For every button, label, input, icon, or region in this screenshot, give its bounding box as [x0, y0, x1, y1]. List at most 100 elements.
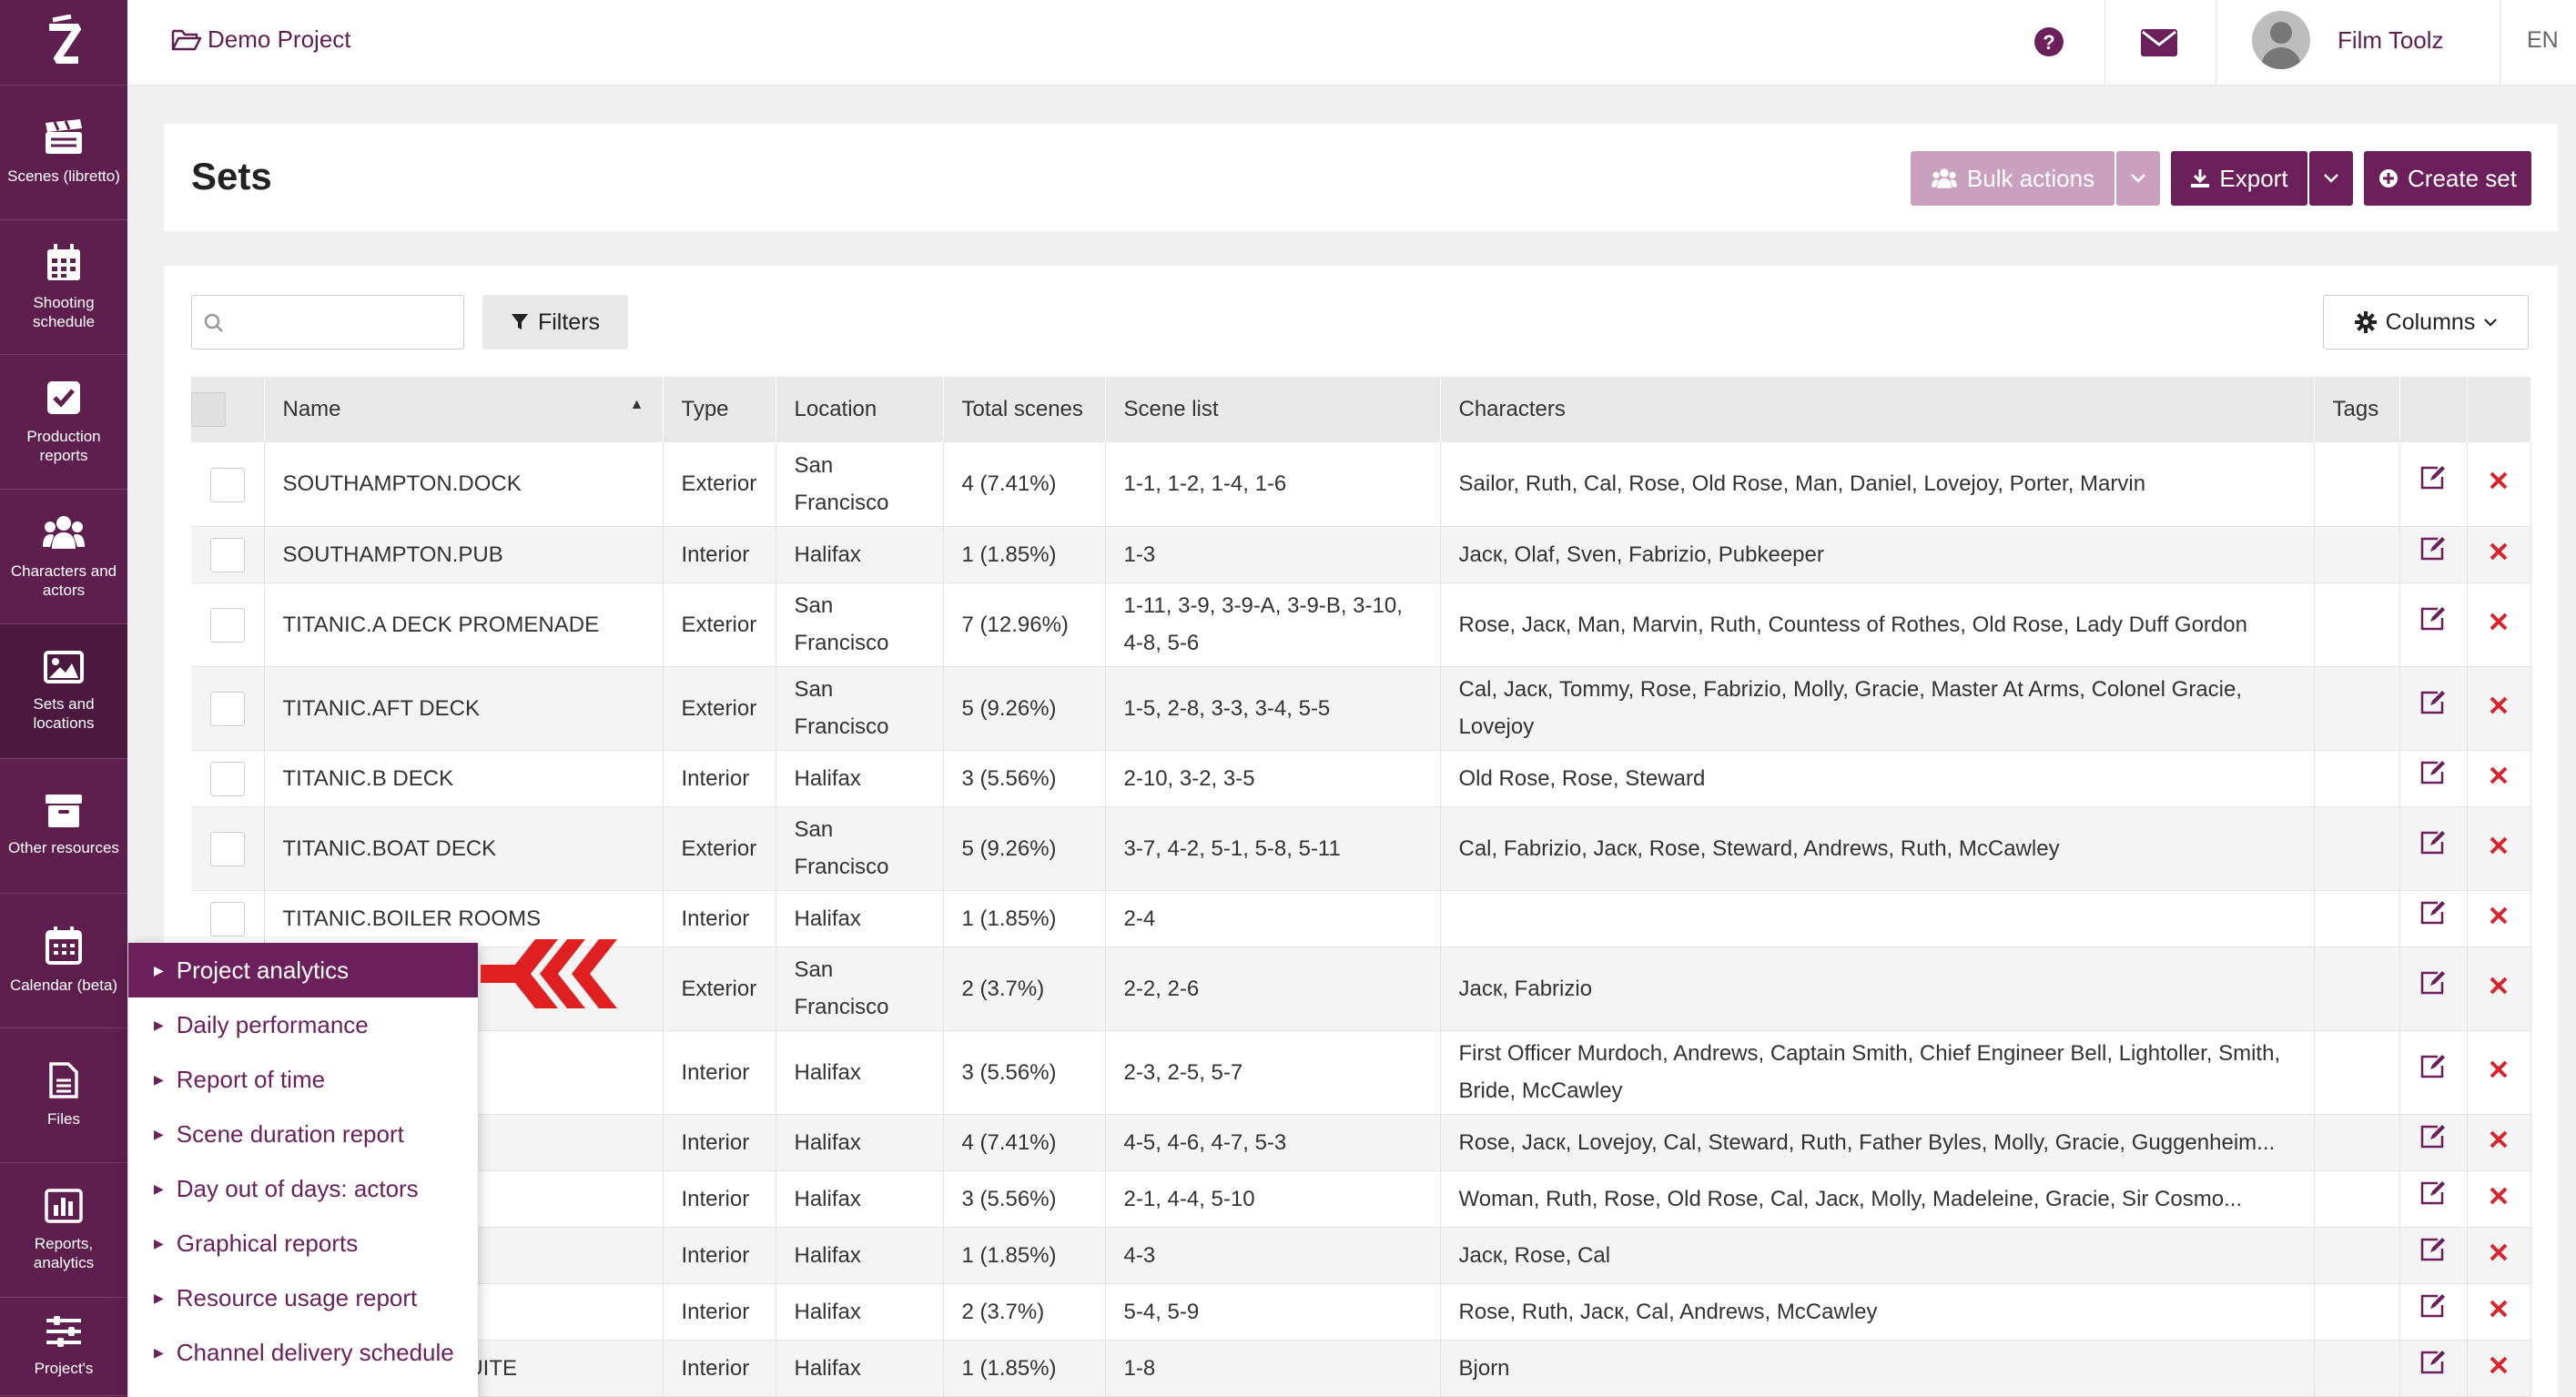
sidebar-item-projects[interactable]: Project's	[0, 1298, 127, 1396]
table-row[interactable]: TITANIC.BOAT DECK Exterior San Francisco 5 …	[191, 806, 2531, 891]
table-row[interactable]: TITANIC.B DECK Interior Halifax 3 (5.56%) 2-…	[191, 750, 2531, 807]
delete-icon[interactable]	[2489, 906, 2509, 926]
table-row[interactable]: AIRCASEInteriorHalifax1 (1.85%)4-3Jacк, …	[191, 1227, 2531, 1284]
edit-icon[interactable]	[2419, 465, 2447, 491]
sidebar-item-calendar[interactable]: Calendar (beta)	[0, 894, 127, 1028]
delete-icon[interactable]	[2489, 1186, 2509, 1206]
menu-item-report-of-time[interactable]: ▶ Report of time	[128, 1052, 478, 1107]
column-header-type[interactable]: Type	[663, 377, 776, 442]
menu-item-daily-performance[interactable]: ▶ Daily performance	[128, 997, 478, 1052]
sidebar-item-other-resources[interactable]: Other resources	[0, 759, 127, 894]
messages-button[interactable]	[2141, 29, 2177, 61]
edit-icon[interactable]	[2419, 760, 2447, 785]
column-header-location[interactable]: Location	[776, 377, 944, 442]
edit-icon[interactable]	[2419, 1124, 2447, 1149]
sidebar-item-production-reports[interactable]: Production reports	[0, 355, 127, 490]
delete-icon[interactable]	[2489, 542, 2509, 562]
delete-icon[interactable]	[2489, 695, 2509, 715]
filters-button[interactable]: Filters	[482, 295, 628, 349]
cell-total: 4 (7.41%)	[943, 442, 1106, 527]
help-button[interactable]: ?	[2033, 22, 2064, 66]
edit-icon[interactable]	[2419, 900, 2447, 926]
export-dropdown[interactable]	[2309, 151, 2353, 206]
delete-icon[interactable]	[2489, 976, 2509, 996]
menu-item-graphical-reports[interactable]: ▶ Graphical reports	[128, 1216, 478, 1270]
sidebar-item-scenes[interactable]: Scenes (libretto)	[0, 86, 127, 220]
cell-scenes: 2-10, 3-2, 3-5	[1105, 750, 1441, 807]
table-row[interactable]: TITANIC.JACK'S SUITEInteriorHalifax1 (1.…	[191, 1340, 2531, 1397]
columns-button[interactable]: Columns	[2323, 295, 2529, 349]
row-checkbox[interactable]	[209, 467, 245, 502]
cell-total: 1 (1.85%)	[943, 1227, 1106, 1284]
cell-total: 5 (9.26%)	[943, 666, 1106, 751]
row-checkbox[interactable]	[209, 692, 245, 727]
table-row[interactable]: UMInteriorHalifax2 (3.7%)5-4, 5-9Rose, R…	[191, 1283, 2531, 1341]
menu-item-scene-duration-report[interactable]: ▶ Scene duration report	[128, 1107, 478, 1161]
column-header-scene-list[interactable]: Scene list	[1105, 377, 1441, 442]
delete-icon[interactable]	[2489, 1059, 2509, 1079]
user-menu[interactable]: Film Toolz	[2252, 11, 2444, 69]
column-header-characters[interactable]: Characters	[1440, 377, 2315, 442]
sidebar-item-characters[interactable]: Characters and actors	[0, 490, 127, 624]
table-row[interactable]: SS RECEPTIONInteriorHalifax3 (5.56%)2-1,…	[191, 1170, 2531, 1228]
cell-characters: Woman, Ruth, Rose, Old Rose, Cal, Jacк, …	[1440, 1170, 2315, 1228]
sidebar-item-sets[interactable]: Sets and locations	[0, 624, 127, 759]
delete-icon[interactable]	[2489, 612, 2509, 632]
bulk-actions-button[interactable]: Bulk actions	[1911, 151, 2115, 206]
cell-total: 7 (12.96%)	[943, 582, 1106, 667]
create-set-button[interactable]: Create set	[2364, 151, 2531, 206]
menu-item-day-out-of-days[interactable]: ▶ Day out of days: actors	[128, 1161, 478, 1216]
edit-icon[interactable]	[2419, 970, 2447, 996]
menu-item-resource-usage-report[interactable]: ▶ Resource usage report	[128, 1270, 478, 1325]
column-header-name[interactable]: Name ▲	[264, 377, 664, 442]
table-row[interactable]: TITANIC.A DECK PROMENADE Exterior San Fran…	[191, 582, 2531, 667]
edit-icon[interactable]	[2419, 1054, 2447, 1079]
delete-icon[interactable]	[2489, 471, 2509, 491]
sidebar-item-reports[interactable]: Reports, analytics	[0, 1163, 127, 1298]
search-input[interactable]	[191, 295, 464, 349]
table-row[interactable]: TITANIC.AFT DECK Exterior San Francisco 5 (…	[191, 666, 2531, 751]
language-selector[interactable]: EN	[2527, 27, 2559, 54]
export-button[interactable]: Export	[2171, 151, 2307, 206]
table-row[interactable]: BRIDGEInteriorHalifax3 (5.56%)2-3, 2-5, …	[191, 1030, 2531, 1115]
delete-icon[interactable]	[2489, 835, 2509, 855]
delete-icon[interactable]	[2489, 1355, 2509, 1375]
edit-icon[interactable]	[2419, 1237, 2447, 1262]
delete-icon[interactable]	[2489, 1242, 2509, 1262]
edit-icon[interactable]	[2419, 606, 2447, 632]
table-row[interactable]: SOUTHAMPTON.PUB Interior Halifax 1 (1.85%) 1…	[191, 526, 2531, 583]
menu-item-channel-delivery-schedule[interactable]: ▶ Channel delivery schedule	[128, 1325, 478, 1380]
edit-icon[interactable]	[2419, 1350, 2447, 1375]
edit-icon[interactable]	[2419, 830, 2447, 855]
cell-scenes: 5-4, 5-9	[1105, 1283, 1441, 1341]
edit-icon[interactable]	[2419, 690, 2447, 715]
app-logo[interactable]	[0, 0, 127, 86]
cell-characters: Rose, Jacк, Lovejoy, Cal, Steward, Ruth,…	[1440, 1114, 2315, 1171]
edit-icon[interactable]	[2419, 1293, 2447, 1319]
menu-item-project-analytics[interactable]: ▶ Project analytics	[128, 943, 478, 997]
column-header-total-scenes[interactable]: Total scenes	[943, 377, 1106, 442]
project-breadcrumb[interactable]: Demo Project	[171, 25, 351, 54]
row-checkbox[interactable]	[209, 832, 245, 867]
edit-icon[interactable]	[2419, 536, 2447, 562]
calendar-grid-icon	[47, 243, 80, 280]
row-checkbox[interactable]	[209, 902, 245, 937]
select-all-checkbox[interactable]	[191, 392, 226, 427]
table-row[interactable]: SOUTHAMPTON.DOCK Exterior San Francisco 4 (…	[191, 442, 2531, 527]
table-row[interactable]: LOONInteriorHalifax4 (7.41%)4-5, 4-6, 4-…	[191, 1114, 2531, 1171]
row-checkbox[interactable]	[209, 608, 245, 643]
bulk-actions-dropdown[interactable]	[2116, 151, 2160, 206]
delete-cell	[2467, 750, 2531, 807]
sidebar-item-shooting-schedule[interactable]: Shooting schedule	[0, 220, 127, 355]
column-header-tags[interactable]: Tags	[2314, 377, 2400, 442]
sidebar-item-label: Calendar (beta)	[9, 977, 118, 994]
row-checkbox[interactable]	[209, 762, 245, 797]
delete-icon[interactable]	[2489, 765, 2509, 785]
cell-type: Interior	[663, 750, 776, 807]
sidebar-item-files[interactable]: Files	[0, 1028, 127, 1163]
delete-icon[interactable]	[2489, 1299, 2509, 1319]
cell-total: 3 (5.56%)	[943, 750, 1106, 807]
delete-icon[interactable]	[2489, 1129, 2509, 1149]
edit-icon[interactable]	[2419, 1180, 2447, 1206]
row-checkbox[interactable]	[209, 538, 245, 573]
